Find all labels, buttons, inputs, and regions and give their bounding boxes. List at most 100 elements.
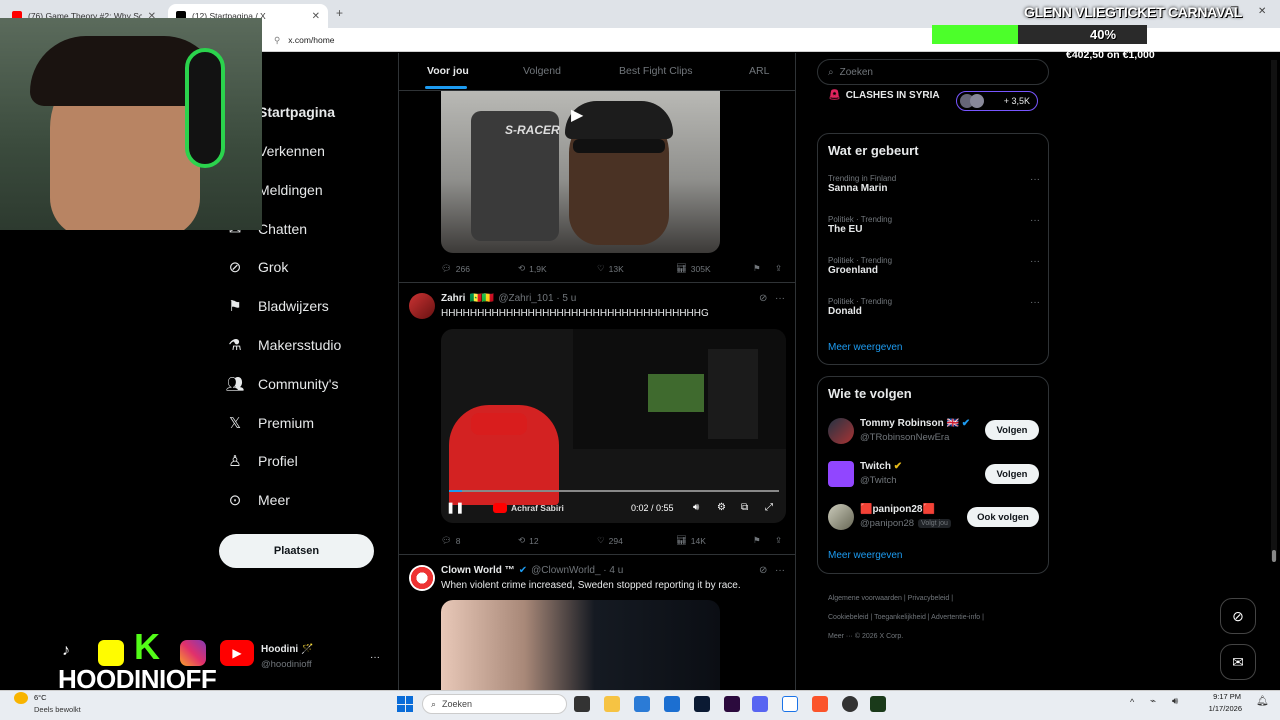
trend-item[interactable]: Politiek · Trending Groenland ···	[828, 256, 1040, 276]
repost-button[interactable]: ⟲ 1,9K	[518, 263, 547, 274]
clock-time[interactable]: 9:17 PM	[1209, 692, 1241, 701]
trend-more-icon[interactable]: ···	[1030, 174, 1040, 185]
author-name[interactable]: Zahri	[441, 293, 465, 304]
network-icon[interactable]: ⌁	[1150, 696, 1156, 707]
post-more-icon[interactable]: ···	[775, 293, 785, 304]
follow-name[interactable]: Twitch ✔	[860, 461, 902, 472]
close-tab-icon[interactable]: ✕	[312, 11, 320, 22]
file-explorer-icon[interactable]	[604, 696, 620, 712]
repost-button[interactable]: ⟲ 12	[518, 535, 539, 546]
scrollbar-track[interactable]	[1271, 60, 1277, 560]
sidebar-item-grok[interactable]: ⊘ Grok	[226, 258, 289, 276]
footer-link[interactable]: Algemene voorwaarden	[828, 595, 902, 602]
sidebar-item-communities[interactable]: 👥︎ Community's	[225, 375, 338, 393]
trend-item[interactable]: Politiek · Trending The EU ···	[828, 215, 1040, 235]
taskbar-search[interactable]: ⌕ Zoeken	[422, 694, 567, 714]
avatar[interactable]	[409, 293, 435, 319]
follow-button[interactable]: Volgen	[985, 464, 1039, 484]
author-handle[interactable]: @ClownWorld_ · 4 u	[531, 565, 623, 576]
scrollbar-thumb[interactable]	[1272, 550, 1276, 562]
search-input[interactable]: ⌕ Zoeken	[817, 59, 1049, 85]
bookmark-button[interactable]: ⚑	[753, 263, 761, 274]
avatar[interactable]	[409, 565, 435, 591]
pause-icon[interactable]: ❚❚	[446, 501, 464, 514]
sidebar-item-creator-studio[interactable]: ⚗ Makersstudio	[226, 336, 341, 354]
tray-overflow-icon[interactable]: ^	[1130, 697, 1134, 707]
play-icon[interactable]: ▶	[571, 105, 593, 127]
premiere-icon[interactable]	[724, 696, 740, 712]
follow-button[interactable]: Ook volgen	[967, 507, 1039, 527]
tab-for-you[interactable]: Voor jou	[427, 65, 469, 77]
new-tab-icon[interactable]: +	[336, 6, 343, 20]
tab-best-fight-clips[interactable]: Best Fight Clips	[619, 65, 693, 77]
url-field[interactable]: ⚲ x.com/home	[268, 31, 898, 49]
obs-icon[interactable]	[842, 696, 858, 712]
views-button[interactable]: 📊︎ 14K	[676, 535, 706, 546]
footer-link[interactable]: Privacybeleid	[908, 595, 950, 602]
who-to-follow-show-more-link[interactable]: Meer weergeven	[828, 550, 902, 561]
trend-more-icon[interactable]: ···	[1030, 256, 1040, 267]
fullscreen-icon[interactable]: ⤢	[765, 502, 773, 513]
sidebar-item-bookmarks[interactable]: ⚑ Bladwijzers	[226, 297, 329, 315]
brave-icon[interactable]	[812, 696, 828, 712]
post-video-thumbnail[interactable]: S-RACER ▶	[441, 91, 720, 253]
account-name[interactable]: Hoodini 🪄	[261, 644, 313, 655]
volume-icon[interactable]: 🔊︎	[693, 502, 699, 513]
footer-link[interactable]: Advertentie-info	[931, 614, 980, 621]
messages-floating-icon[interactable]: ✉	[1220, 644, 1256, 680]
trend-item[interactable]: Trending in Finland Sanna Marin ···	[828, 174, 1040, 194]
footer-link[interactable]: Meer ···	[828, 633, 853, 640]
terminal-icon[interactable]	[870, 696, 886, 712]
account-more-icon[interactable]: ···	[370, 652, 380, 663]
settings-icon[interactable]: ⚙	[717, 502, 726, 513]
author-name[interactable]: Clown World ™	[441, 565, 515, 576]
avatar[interactable]	[828, 418, 854, 444]
store-icon[interactable]	[634, 696, 650, 712]
author-handle[interactable]: @Zahri_101 · 5 u	[498, 293, 576, 304]
close-window-icon[interactable]: ✕	[1258, 6, 1266, 17]
tab-following[interactable]: Volgend	[523, 65, 561, 77]
follow-name[interactable]: Tommy Robinson 🇬🇧 ✔	[860, 418, 970, 429]
footer-link[interactable]: Toegankelijkheid	[874, 614, 926, 621]
avatar[interactable]	[828, 504, 854, 530]
live-event[interactable]: 🚨︎ CLASHES IN SYRIA	[828, 90, 940, 101]
grok-post-icon[interactable]: ⊘	[759, 293, 767, 304]
photoshop-icon[interactable]	[694, 696, 710, 712]
post-video-player[interactable]: ❚❚ Achraf Sabiri 0:02 / 0:55 🔊︎ ⚙ ⧉ ⤢	[441, 329, 786, 523]
pip-icon[interactable]: ⧉	[741, 502, 748, 513]
like-button[interactable]: ♡ 13K	[597, 263, 624, 274]
post-button[interactable]: Plaatsen	[219, 534, 374, 568]
post-more-icon[interactable]: ···	[775, 565, 785, 576]
reply-button[interactable]: 💬︎ 266	[441, 263, 470, 274]
follow-name[interactable]: 🟥panipon28🟥	[860, 504, 935, 515]
live-listeners-pill[interactable]: + 3,5K	[956, 91, 1038, 111]
trend-item[interactable]: Politiek · Trending Donald ···	[828, 297, 1040, 317]
task-view-icon[interactable]	[574, 696, 590, 712]
discord-icon[interactable]	[752, 696, 768, 712]
video-seekbar[interactable]	[449, 490, 779, 492]
reply-button[interactable]: 💬︎ 8	[441, 535, 461, 546]
tab-arl[interactable]: ARL	[749, 65, 769, 77]
trend-more-icon[interactable]: ···	[1030, 297, 1040, 308]
volume-icon[interactable]: 🔊︎	[1172, 696, 1178, 707]
weather-temp[interactable]: 6°C	[34, 693, 47, 702]
like-button[interactable]: ♡ 294	[597, 535, 623, 546]
sidebar-item-more[interactable]: ⊙ Meer	[226, 491, 290, 509]
outlook-icon[interactable]	[664, 696, 680, 712]
windows-start-icon[interactable]	[397, 696, 413, 712]
footer-link[interactable]: Cookiebeleid	[828, 614, 868, 621]
avatar[interactable]	[828, 461, 854, 487]
trend-more-icon[interactable]: ···	[1030, 215, 1040, 226]
views-button[interactable]: 📊︎ 305K	[676, 263, 711, 274]
grok-post-icon[interactable]: ⊘	[759, 565, 767, 576]
bookmark-button[interactable]: ⚑	[753, 535, 761, 546]
sidebar-item-premium[interactable]: 𝕏 Premium	[226, 414, 314, 432]
notifications-icon[interactable]: 🔔︎	[1256, 696, 1269, 707]
sidebar-item-profile[interactable]: ♙ Profiel	[226, 452, 297, 470]
post-video-thumbnail[interactable]	[441, 600, 720, 690]
share-button[interactable]: ⇪	[775, 263, 782, 274]
trends-show-more-link[interactable]: Meer weergeven	[828, 342, 902, 353]
share-button[interactable]: ⇪	[775, 535, 782, 546]
follow-button[interactable]: Volgen	[985, 420, 1039, 440]
grok-floating-icon[interactable]: ⊘	[1220, 598, 1256, 634]
